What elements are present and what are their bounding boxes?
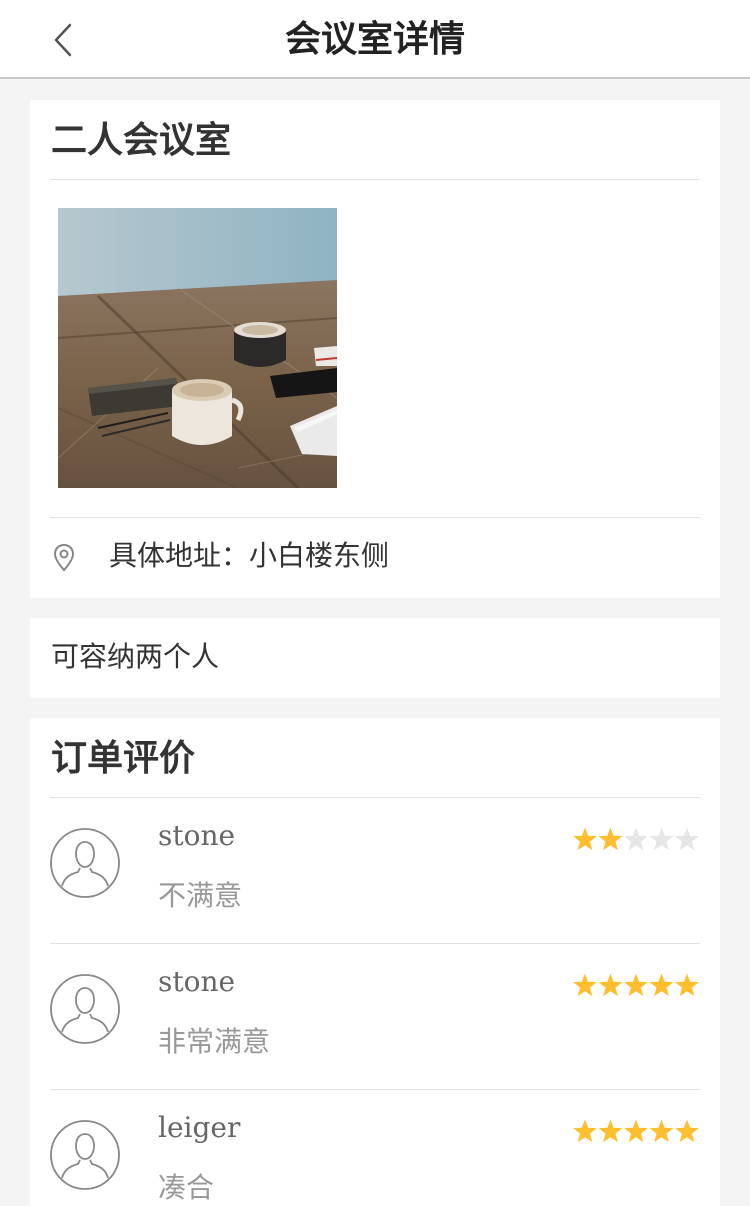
map-pin-icon <box>53 543 75 572</box>
reviews-title: 订单评价 <box>51 738 196 779</box>
review-item: stone 不满意 <box>50 798 700 944</box>
review-comment: 不满意 <box>158 879 243 912</box>
room-description-card: 可容纳两个人 <box>30 618 720 698</box>
star-filled-icon <box>649 1119 674 1143</box>
star-filled-icon <box>573 1119 597 1143</box>
review-username: stone <box>158 819 236 852</box>
nav-bar: 会议室详情 <box>0 0 750 79</box>
star-filled-icon <box>675 973 699 997</box>
address-label: 具体地址： <box>109 539 250 572</box>
review-comment: 凑合 <box>158 1171 215 1204</box>
avatar-icon <box>50 974 120 1044</box>
review-item: leiger 凑合 <box>50 1090 700 1206</box>
room-name: 二人会议室 <box>51 120 232 161</box>
page-title: 会议室详情 <box>284 19 465 60</box>
rating-stars <box>573 827 699 851</box>
star-filled-icon <box>624 973 648 997</box>
rating-stars <box>573 1119 699 1143</box>
star-filled-icon <box>573 973 597 997</box>
star-filled-icon <box>675 1119 699 1143</box>
room-description: 可容纳两个人 <box>51 640 220 673</box>
star-filled-icon <box>624 1119 648 1143</box>
star-filled-icon <box>598 1119 623 1143</box>
star-empty-icon <box>624 827 648 851</box>
star-filled-icon <box>598 973 623 997</box>
rating-stars <box>573 973 699 997</box>
star-filled-icon <box>649 973 674 997</box>
star-filled-icon <box>573 827 597 851</box>
avatar-icon <box>50 1120 120 1190</box>
room-photo[interactable] <box>58 208 337 488</box>
reviews-card: 订单评价 stone 不满意 stone 非常满意 leiger 凑合 <box>30 718 720 1206</box>
address-value: 小白楼东侧 <box>249 539 390 572</box>
review-item: stone 非常满意 <box>50 944 700 1090</box>
star-filled-icon <box>598 827 623 851</box>
room-info-card: 二人会议室 具体地址： 小白楼东侧 <box>30 100 720 598</box>
star-empty-icon <box>675 827 699 851</box>
divider <box>50 179 700 180</box>
review-comment: 非常满意 <box>158 1025 271 1058</box>
avatar-icon <box>50 828 120 898</box>
review-username: leiger <box>158 1111 241 1144</box>
divider <box>50 517 700 518</box>
star-empty-icon <box>649 827 674 851</box>
review-username: stone <box>158 965 236 998</box>
